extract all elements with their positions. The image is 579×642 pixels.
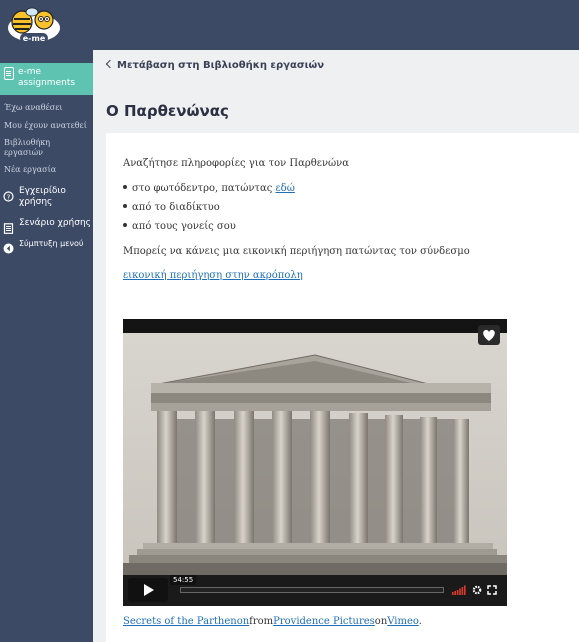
photodentro-link[interactable]: εδώ	[276, 183, 295, 194]
credit-from-text: from	[249, 616, 274, 627]
tour-text: Μπορείς να κάνεις μια εικονική περιήγηση…	[123, 246, 470, 257]
settings-gear-icon[interactable]	[472, 585, 482, 595]
main-content: Μετάβαση στη Βιβλιοθήκη εργασιών Ο Παρθε…	[93, 50, 579, 642]
assignment-card: Αναζήτησε πληροφορίες για τον Παρθενώνα …	[106, 133, 579, 642]
bullet-item-photodentro: στο φωτόδεντρο, πατώντας εδώ	[123, 183, 295, 194]
svg-text:?: ?	[7, 193, 11, 201]
video-title-link[interactable]: Secrets of the Parthenon	[123, 616, 249, 627]
document-icon	[3, 219, 14, 234]
logo-text: e-me	[23, 34, 46, 43]
sidebar-item-label: Σενάριο χρήσης	[19, 218, 91, 228]
heart-icon	[483, 329, 495, 341]
bullet-item-internet: από το διαδίκτυο	[123, 202, 220, 213]
bullet-icon	[123, 223, 127, 227]
bullet-text: από το διαδίκτυο	[132, 202, 220, 213]
bullet-icon	[123, 204, 127, 208]
sidebar-item-collapse-menu[interactable]: Σύμπτυξη μενού	[3, 238, 93, 254]
credit-end-text: .	[418, 616, 422, 627]
sidebar-subitem-library[interactable]: Βιβλιοθήκη εργασιών	[4, 138, 64, 158]
e-me-logo[interactable]: e-me	[4, 4, 64, 46]
progress-bar[interactable]	[180, 587, 444, 593]
collapse-icon	[3, 239, 14, 254]
sidebar-subitem-new-assignment[interactable]: Νέα εργασία	[4, 165, 92, 175]
sidebar-item-label: e-me assignments	[18, 67, 76, 88]
sidebar-item-label: Σύμπτυξη μενού	[19, 239, 84, 248]
like-button[interactable]	[478, 325, 500, 345]
bullet-text: από τους γονείς σου	[132, 221, 236, 232]
video-platform-link[interactable]: Vimeo	[387, 616, 419, 627]
sidebar-subitem-assigned-by-me[interactable]: Έχω αναθέσει	[4, 103, 92, 113]
bullet-icon	[123, 185, 127, 189]
bullet-item-parents: από τους γονείς σου	[123, 221, 236, 232]
credit-on-text: on	[374, 616, 388, 627]
video-player[interactable]: 54:55	[123, 319, 507, 606]
back-link-label: Μετάβαση στη Βιβλιοθήκη εργασιών	[117, 60, 325, 71]
sidebar-item-label: Εγχειρίδιο χρήσης	[19, 186, 66, 207]
sidebar-item-use-scenario[interactable]: Σενάριο χρήσης	[3, 218, 93, 234]
sidebar-item-e-me-assignments[interactable]: e-me assignments	[0, 63, 93, 95]
video-credit: Secrets of the ParthenonfromProvidence P…	[123, 616, 422, 627]
bullet-text: στο φωτόδεντρο, πατώντας	[132, 183, 276, 194]
video-author-link[interactable]: Providence Pictures	[273, 616, 375, 627]
video-controls: 54:55	[123, 575, 507, 606]
sidebar-subitem-assigned-to-me[interactable]: Μου έχουν ανατεθεί	[4, 121, 92, 131]
chevron-left-icon	[105, 59, 115, 69]
help-icon: ?	[3, 187, 14, 202]
clipboard-icon	[4, 67, 14, 80]
play-button[interactable]	[128, 578, 168, 602]
video-frame-parthenon	[123, 319, 507, 575]
sidebar: e-me assignments Έχω αναθέσει Μου έχουν …	[0, 50, 93, 642]
virtual-tour-link[interactable]: εικονική περιήγηση στην ακρόπολη	[123, 270, 303, 281]
volume-icon[interactable]	[452, 585, 466, 595]
intro-text: Αναζήτησε πληροφορίες για τον Παρθενώνα	[123, 158, 350, 169]
fullscreen-icon[interactable]	[487, 585, 497, 595]
sidebar-item-user-manual[interactable]: ? Εγχειρίδιο χρήσης	[3, 186, 93, 210]
back-to-library-link[interactable]: Μετάβαση στη Βιβλιοθήκη εργασιών	[105, 59, 325, 71]
top-bar: e-me	[0, 0, 579, 50]
video-time: 54:55	[170, 575, 197, 585]
page-title: Ο Παρθενώνας	[106, 102, 229, 120]
